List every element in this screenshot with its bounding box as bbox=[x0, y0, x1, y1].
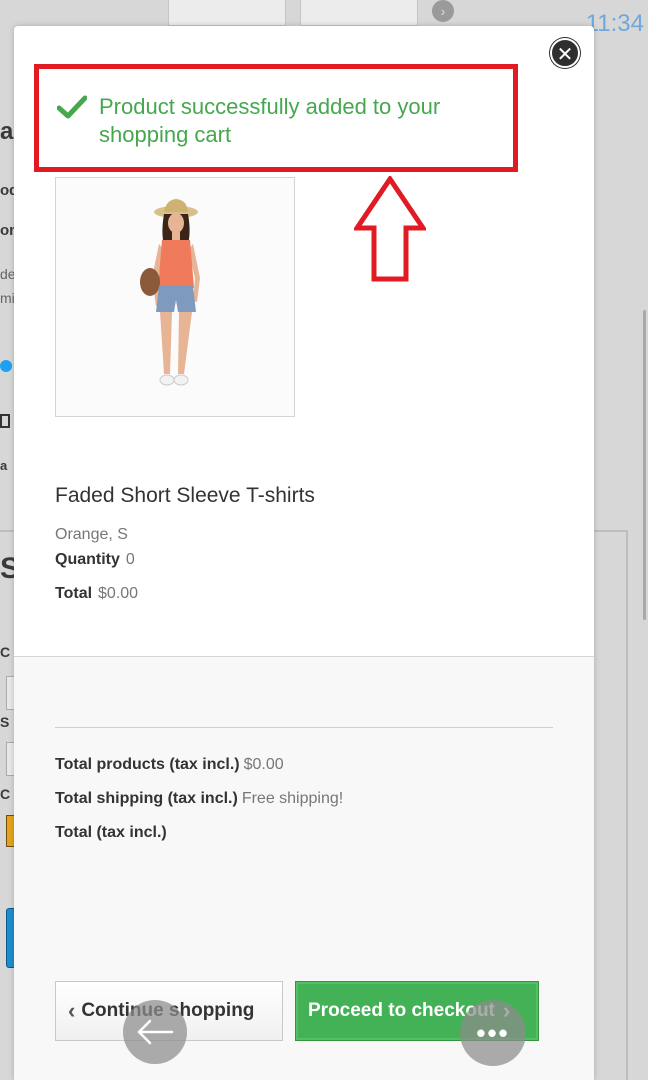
total-products-label: Total products (tax incl.) bbox=[55, 756, 240, 773]
back-arrow-icon bbox=[137, 1019, 174, 1045]
success-message-box: Product successfully added to your shopp… bbox=[34, 64, 518, 172]
background-thumbnail bbox=[168, 0, 286, 26]
background-text-fragment: a bbox=[0, 458, 8, 473]
success-message-text: Product successfully added to your shopp… bbox=[99, 94, 441, 147]
thumbnail-next-icon: › bbox=[432, 0, 454, 22]
total-products-row: Total products (tax incl.) $0.00 bbox=[55, 756, 284, 774]
background-twitter-icon bbox=[0, 360, 12, 372]
background-scrollbar bbox=[643, 310, 646, 620]
total-shipping-row: Total shipping (tax incl.) Free shipping! bbox=[55, 790, 343, 808]
success-message: Product successfully added to your shopp… bbox=[57, 93, 503, 149]
total-label: Total bbox=[55, 585, 93, 602]
status-clock: 11:34 bbox=[585, 10, 644, 37]
system-back-button[interactable] bbox=[123, 1000, 187, 1064]
product-quantity-row: Quantity 0 bbox=[55, 551, 135, 569]
background-thumbnail bbox=[300, 0, 418, 26]
total-shipping-value: Free shipping! bbox=[241, 790, 344, 807]
up-arrow-annotation bbox=[354, 176, 426, 282]
quantity-value: 0 bbox=[125, 551, 135, 568]
total-value: $0.00 bbox=[98, 585, 139, 602]
total-products-value: $0.00 bbox=[243, 756, 284, 773]
product-total-row: Total $0.00 bbox=[55, 585, 138, 603]
product-model-illustration bbox=[140, 199, 200, 386]
divider bbox=[55, 727, 553, 728]
total-tax-row: Total (tax incl.) bbox=[55, 824, 171, 842]
more-icon[interactable]: ••• bbox=[460, 1000, 526, 1066]
product-attributes: Orange, S bbox=[55, 526, 128, 543]
add-to-cart-modal: ✕ Product successfully added to your sho… bbox=[14, 26, 594, 1080]
check-icon bbox=[57, 95, 87, 119]
quantity-label: Quantity bbox=[55, 551, 120, 568]
background-email-icon bbox=[0, 414, 10, 428]
total-tax-label: Total (tax incl.) bbox=[55, 824, 167, 841]
product-name: Faded Short Sleeve T-shirts bbox=[55, 484, 315, 507]
chevron-left-icon: ‹ bbox=[68, 998, 76, 1023]
total-shipping-label: Total shipping (tax incl.) bbox=[55, 790, 238, 807]
product-image bbox=[55, 177, 295, 417]
close-icon[interactable]: ✕ bbox=[550, 38, 580, 68]
background-text-fragment: mi bbox=[0, 290, 15, 306]
